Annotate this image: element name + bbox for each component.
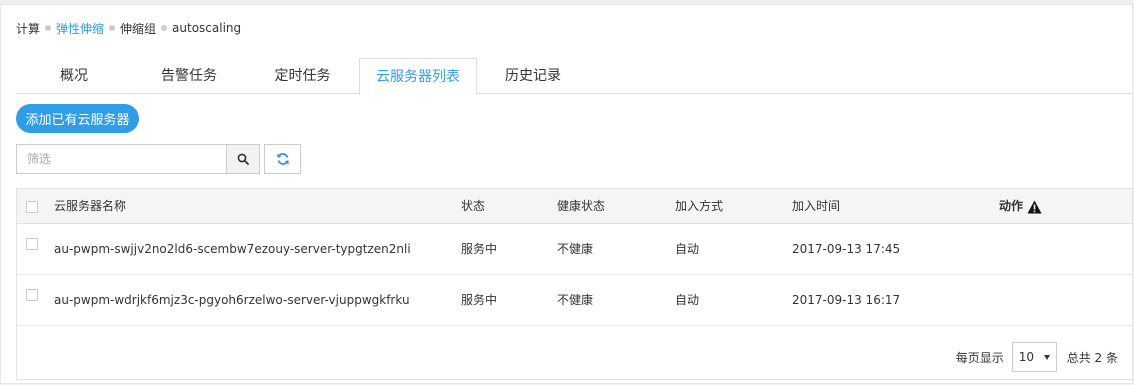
- pagination: 每页显示 10 总共 2 条: [956, 342, 1118, 372]
- server-status: 服务中: [461, 242, 498, 256]
- add-existing-server-button[interactable]: 添加已有云服务器: [16, 104, 139, 133]
- total-count: 总共 2 条: [1066, 350, 1118, 365]
- server-table: 云服务器名称 状态 健康状态 加入方式 加入时间 动作 au-pwpm-swjj…: [16, 188, 1133, 380]
- refresh-icon: [276, 153, 289, 165]
- chevron-down-icon: [1043, 354, 1050, 360]
- server-name: au-pwpm-swjjv2no2ld6-scembw7ezouy-server…: [54, 242, 411, 256]
- breadcrumb-compute[interactable]: 计算: [16, 20, 40, 37]
- tab-bar: 概况 告警任务 定时任务 云服务器列表 历史记录: [16, 58, 1132, 95]
- column-header-join-method: 加入方式: [675, 199, 724, 213]
- refresh-button[interactable]: [264, 144, 301, 174]
- tab-scheduled-tasks[interactable]: 定时任务: [246, 58, 359, 94]
- column-header-status: 状态: [461, 199, 486, 213]
- tab-history[interactable]: 历史记录: [477, 58, 589, 94]
- breadcrumb-separator: [109, 25, 116, 31]
- breadcrumb-autoscaling-link[interactable]: 弹性伸缩: [56, 20, 104, 37]
- page-size-select[interactable]: 10: [1011, 342, 1057, 372]
- search-button[interactable]: [226, 144, 260, 174]
- server-status: 服务中: [461, 293, 498, 307]
- server-join-time: 2017-09-13 17:45: [792, 242, 901, 256]
- breadcrumb: 计算 弹性伸缩 伸缩组 autoscaling: [16, 20, 241, 36]
- breadcrumb-scaling-group[interactable]: 伸缩组: [120, 20, 156, 37]
- table-row: au-pwpm-wdrjkf6mjz3c-pgyoh6rzelwo-server…: [17, 275, 1132, 326]
- row-checkbox[interactable]: [26, 289, 38, 301]
- per-page-label: 每页显示: [955, 350, 1004, 365]
- filter-input[interactable]: [16, 144, 227, 174]
- table-row: au-pwpm-swjjv2no2ld6-scembw7ezouy-server…: [17, 224, 1132, 275]
- server-name: au-pwpm-wdrjkf6mjz3c-pgyoh6rzelwo-server…: [54, 293, 410, 307]
- warning-icon: [1027, 200, 1042, 213]
- column-header-health: 健康状态: [557, 199, 606, 213]
- page-container: 计算 弹性伸缩 伸缩组 autoscaling 概况 告警任务 定时任务 云服务…: [0, 4, 1133, 384]
- server-join-method: 自动: [675, 293, 700, 307]
- tab-server-list[interactable]: 云服务器列表: [359, 58, 477, 95]
- search-icon: [237, 153, 249, 165]
- server-health: 不健康: [557, 293, 594, 307]
- select-all-checkbox[interactable]: [26, 201, 38, 213]
- tab-alarm-tasks[interactable]: 告警任务: [132, 58, 246, 94]
- action-label: 动作: [999, 199, 1024, 213]
- server-join-time: 2017-09-13 16:17: [792, 293, 901, 307]
- breadcrumb-separator: [45, 25, 52, 31]
- column-header-name: 云服务器名称: [54, 199, 127, 213]
- column-header-action[interactable]: 动作: [999, 189, 1042, 224]
- server-join-method: 自动: [675, 242, 700, 256]
- column-header-join-time: 加入时间: [792, 199, 841, 213]
- server-health: 不健康: [557, 242, 594, 256]
- page-size-value: 10: [1018, 350, 1035, 364]
- tab-overview[interactable]: 概况: [16, 58, 132, 94]
- breadcrumb-current: autoscaling: [172, 21, 242, 35]
- row-checkbox[interactable]: [26, 238, 38, 250]
- table-header: 云服务器名称 状态 健康状态 加入方式 加入时间 动作: [17, 189, 1132, 224]
- breadcrumb-separator: [161, 25, 168, 31]
